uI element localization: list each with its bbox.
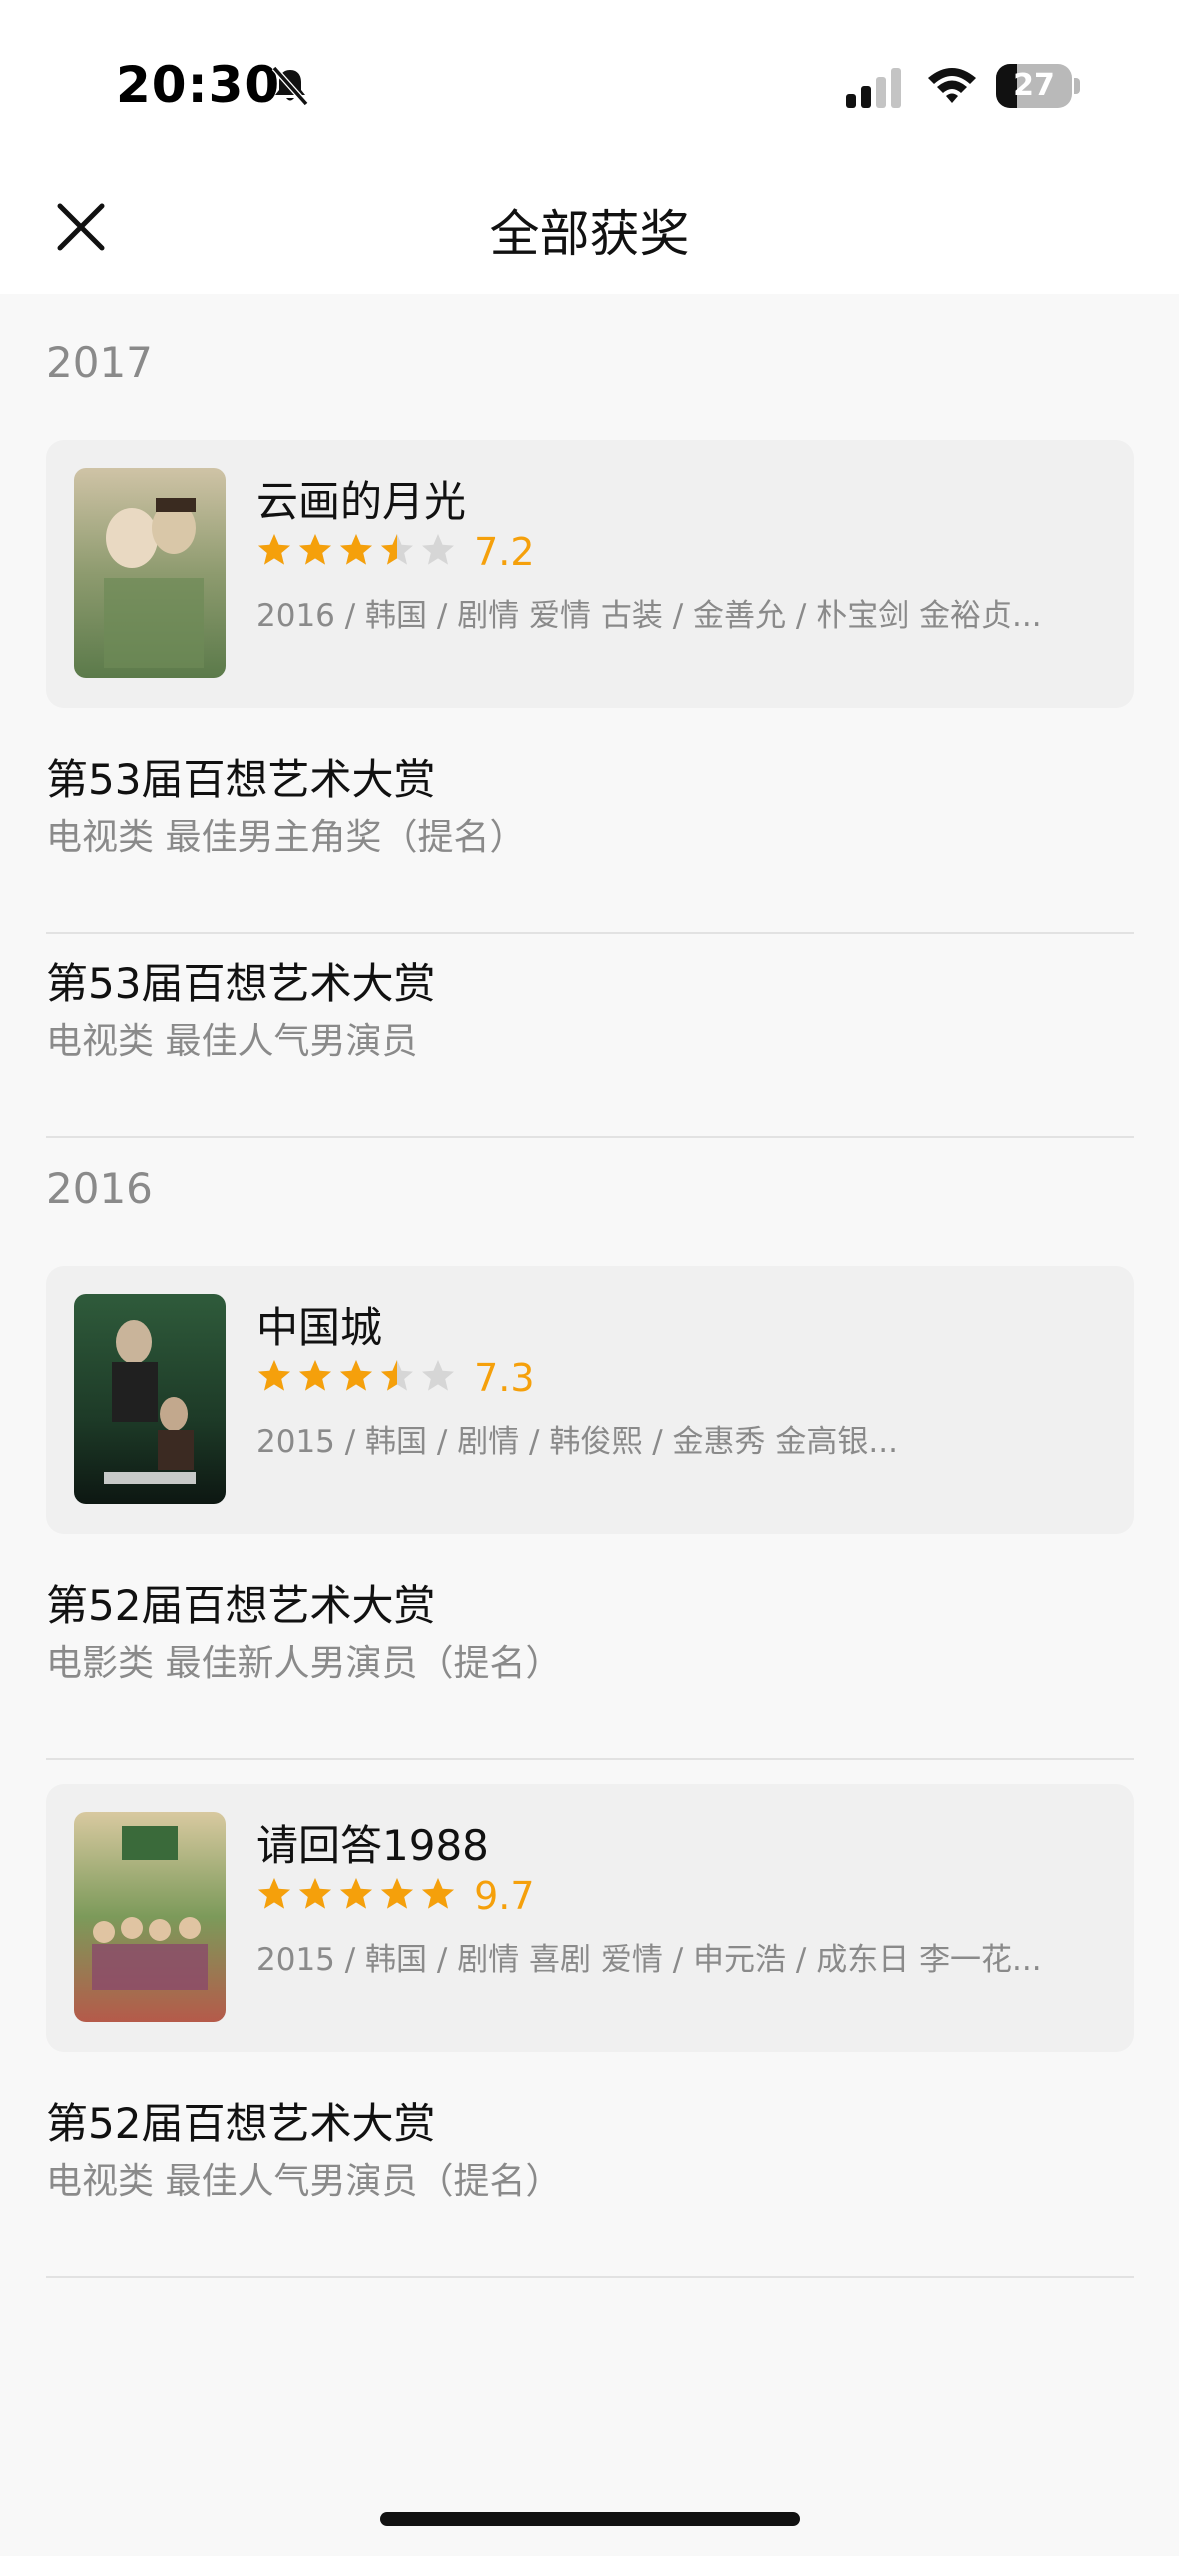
star-icon <box>299 534 331 565</box>
work-title: 请回答1988 <box>256 1821 489 1870</box>
nav-bar: 全部获奖 <box>0 170 1179 294</box>
award-category: 电视类 最佳男主角奖（提名） <box>46 817 526 858</box>
work-title: 云画的月光 <box>256 477 467 526</box>
star-icon <box>422 1360 454 1391</box>
award-category: 电视类 最佳人气男演员 <box>46 1021 418 1062</box>
poster-image <box>74 1812 226 2022</box>
star-icon <box>381 534 413 565</box>
poster-image <box>74 468 226 678</box>
award-title: 第53届百想艺术大赏 <box>46 755 436 804</box>
poster-image <box>74 1294 226 1504</box>
star-icon <box>299 1878 331 1909</box>
work-meta: 2015 / 韩国 / 剧情 喜剧 爱情 / 申元浩 / 成东日 李一花... <box>256 1942 1042 1978</box>
work-meta: 2015 / 韩国 / 剧情 / 韩俊熙 / 金惠秀 金高银... <box>256 1424 898 1460</box>
wifi-icon <box>928 68 976 103</box>
award-title: 第52届百想艺术大赏 <box>46 2099 436 2148</box>
rating-score: 7.2 <box>474 530 535 574</box>
star-icon <box>381 1360 413 1391</box>
work-title: 中国城 <box>256 1303 383 1352</box>
battery-percent: 27 <box>1013 68 1055 103</box>
clock: 20:30 <box>116 56 281 114</box>
star-icon <box>258 1878 290 1909</box>
cellular-signal-icon <box>846 68 901 108</box>
status-bar: 20:30 27 <box>0 0 1179 170</box>
bell-muted-icon <box>271 66 309 106</box>
battery-indicator: 27 <box>996 64 1080 108</box>
star-icon <box>299 1360 331 1391</box>
star-icon <box>340 1360 372 1391</box>
star-icon <box>340 1878 372 1909</box>
star-rating <box>256 532 461 572</box>
star-icon <box>422 534 454 565</box>
award-title: 第53届百想艺术大赏 <box>46 959 436 1008</box>
star-rating <box>256 1358 461 1398</box>
award-item: 第52届百想艺术大赏 电影类 最佳新人男演员（提名） <box>46 1556 1134 1760</box>
work-card[interactable]: 云画的月光 7.2 2016 / 韩国 / 剧情 爱情 古装 / 金善允 / 朴… <box>46 440 1134 708</box>
award-item: 第53届百想艺术大赏 电视类 最佳人气男演员 <box>46 934 1134 1138</box>
award-category: 电视类 最佳人气男演员（提名） <box>46 2161 562 2202</box>
page-title: 全部获奖 <box>489 205 690 263</box>
star-icon <box>422 1878 454 1909</box>
award-item: 第52届百想艺术大赏 电视类 最佳人气男演员（提名） <box>46 2074 1134 2278</box>
rating: 9.7 <box>256 1874 535 1918</box>
rating: 7.2 <box>256 530 535 574</box>
work-meta: 2016 / 韩国 / 剧情 爱情 古装 / 金善允 / 朴宝剑 金裕贞... <box>256 598 1042 634</box>
award-category: 电影类 最佳新人男演员（提名） <box>46 1643 562 1684</box>
star-icon <box>340 534 372 565</box>
star-rating <box>256 1876 461 1916</box>
award-item: 第53届百想艺术大赏 电视类 最佳男主角奖（提名） <box>46 730 1134 934</box>
star-icon <box>258 1360 290 1391</box>
work-card[interactable]: 中国城 7.3 2015 / 韩国 / 剧情 / 韩俊熙 / 金惠秀 金高银..… <box>46 1266 1134 1534</box>
rating-score: 7.3 <box>474 1356 535 1400</box>
award-title: 第52届百想艺术大赏 <box>46 1581 436 1630</box>
rating: 7.3 <box>256 1356 535 1400</box>
work-card[interactable]: 请回答1988 9.7 2015 / 韩国 / 剧情 喜剧 爱情 / 申元浩 /… <box>46 1784 1134 2052</box>
star-icon <box>258 534 290 565</box>
rating-score: 9.7 <box>474 1874 535 1918</box>
home-indicator[interactable] <box>380 2512 800 2526</box>
year-header: 2017 <box>46 338 153 387</box>
year-header: 2016 <box>46 1164 153 1213</box>
star-icon <box>381 1878 413 1909</box>
